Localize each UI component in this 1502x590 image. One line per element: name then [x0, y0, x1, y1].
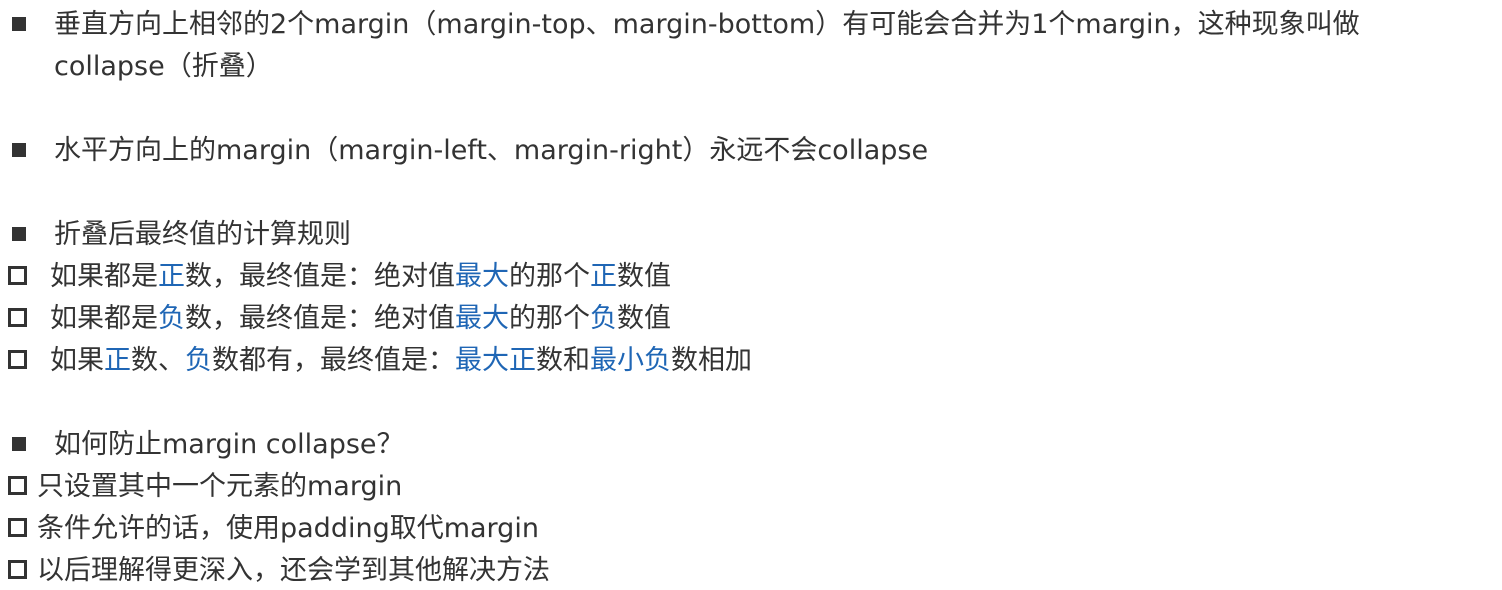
bullet-item-calc-rules: 折叠后最终值的计算规则 — [8, 218, 351, 252]
bullet-text: 以后理解得更深入，还会学到其他解决方法 — [37, 555, 550, 586]
text-seg: 的那个 — [509, 303, 590, 334]
square-bullet-icon — [12, 142, 26, 157]
text-seg: 如果都是 — [50, 261, 158, 292]
bullet-item-vertical-collapse-cont: collapse（折叠） — [54, 50, 273, 84]
hollow-square-bullet-icon — [8, 476, 27, 495]
sub-item-all-negative: 如果都是负数，最终值是：绝对值最大的那个负数值 — [8, 302, 671, 336]
bullet-item-prevent: 如何防止margin collapse？ — [8, 428, 404, 462]
hollow-square-bullet-icon — [8, 308, 27, 327]
highlight-negative: 负 — [590, 303, 617, 334]
text-seg: 数，最终值是：绝对值 — [185, 261, 455, 292]
text-seg: 的那个 — [509, 261, 590, 292]
hollow-square-bullet-icon — [8, 350, 27, 369]
text-seg: 数相加 — [671, 345, 752, 376]
highlight-max-positive: 最大正 — [455, 345, 536, 376]
text-seg: 数值 — [617, 261, 671, 292]
bullet-text: 如何防止margin collapse？ — [54, 429, 404, 460]
highlight-max: 最大 — [455, 261, 509, 292]
highlight-negative: 负 — [185, 345, 212, 376]
highlight-max: 最大 — [455, 303, 509, 334]
bullet-item-vertical-collapse: 垂直方向上相邻的2个margin（margin-top、margin-botto… — [8, 8, 1360, 42]
bullet-item-horizontal-margin: 水平方向上的margin（margin-left、margin-right）永远… — [8, 134, 928, 168]
bullet-text: 只设置其中一个元素的margin — [37, 471, 403, 502]
highlight-negative: 负 — [158, 303, 185, 334]
sub-item-learn-later: 以后理解得更深入，还会学到其他解决方法 — [8, 554, 550, 588]
hollow-square-bullet-icon — [8, 560, 27, 579]
square-bullet-icon — [12, 436, 26, 451]
square-bullet-icon — [12, 226, 26, 241]
sub-item-mixed: 如果正数、负数都有，最终值是：最大正数和最小负数相加 — [8, 344, 752, 378]
text-seg: 数值 — [617, 303, 671, 334]
text-seg: 数和 — [536, 345, 590, 376]
sub-item-one-margin: 只设置其中一个元素的margin — [8, 470, 402, 504]
highlight-positive: 正 — [158, 261, 185, 292]
bullet-text: 水平方向上的margin（margin-left、margin-right）永远… — [54, 135, 929, 166]
hollow-square-bullet-icon — [8, 518, 27, 537]
square-bullet-icon — [12, 16, 26, 31]
text-seg: 如果 — [50, 345, 104, 376]
sub-item-all-positive: 如果都是正数，最终值是：绝对值最大的那个正数值 — [8, 260, 671, 294]
text-seg: 如果都是 — [50, 303, 158, 334]
bullet-text: 条件允许的话，使用padding取代margin — [37, 513, 539, 544]
slide: 垂直方向上相邻的2个margin（margin-top、margin-botto… — [0, 0, 1502, 590]
highlight-min-negative: 最小负 — [590, 345, 671, 376]
hollow-square-bullet-icon — [8, 266, 27, 285]
highlight-positive: 正 — [590, 261, 617, 292]
text-seg: 数、 — [131, 345, 185, 376]
highlight-positive: 正 — [104, 345, 131, 376]
bullet-text-line2: collapse（折叠） — [54, 51, 273, 82]
bullet-text-line1: 垂直方向上相邻的2个margin（margin-top、margin-botto… — [54, 9, 1360, 40]
bullet-text: 折叠后最终值的计算规则 — [54, 219, 351, 250]
sub-item-use-padding: 条件允许的话，使用padding取代margin — [8, 512, 539, 546]
text-seg: 数都有，最终值是： — [212, 345, 455, 376]
text-seg: 数，最终值是：绝对值 — [185, 303, 455, 334]
